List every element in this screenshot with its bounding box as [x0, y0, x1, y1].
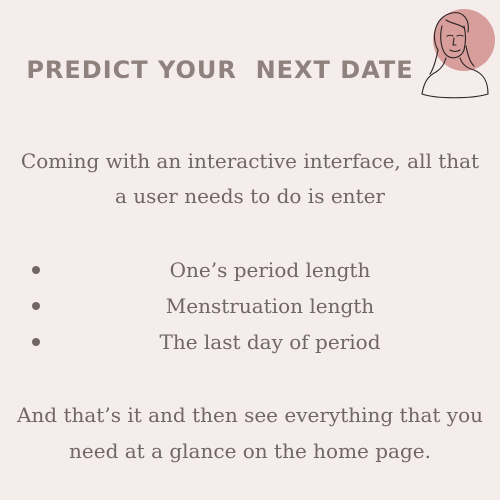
intro-text: Coming with an interactive interface, al… [0, 144, 500, 214]
feature-list: One’s period length Menstruation length … [0, 252, 500, 360]
list-item-label: The last day of period [159, 330, 381, 354]
outro-line-1: And that’s it and then see everything th… [16, 403, 484, 427]
intro-line-1: Coming with an interactive interface, al… [20, 149, 480, 173]
page-title: PREDICT YOUR NEXT DATE [26, 56, 414, 84]
list-item: The last day of period [0, 324, 500, 360]
list-item: Menstruation length [0, 288, 500, 324]
outro-text: And that’s it and then see everything th… [0, 397, 500, 469]
list-item: One’s period length [0, 252, 500, 288]
woman-portrait-icon [416, 6, 496, 101]
intro-line-2: a user needs to do is enter [115, 184, 385, 208]
list-item-label: Menstruation length [165, 294, 375, 318]
outro-line-2: need at a glance on the home page. [69, 439, 431, 463]
list-item-label: One’s period length [169, 258, 371, 282]
